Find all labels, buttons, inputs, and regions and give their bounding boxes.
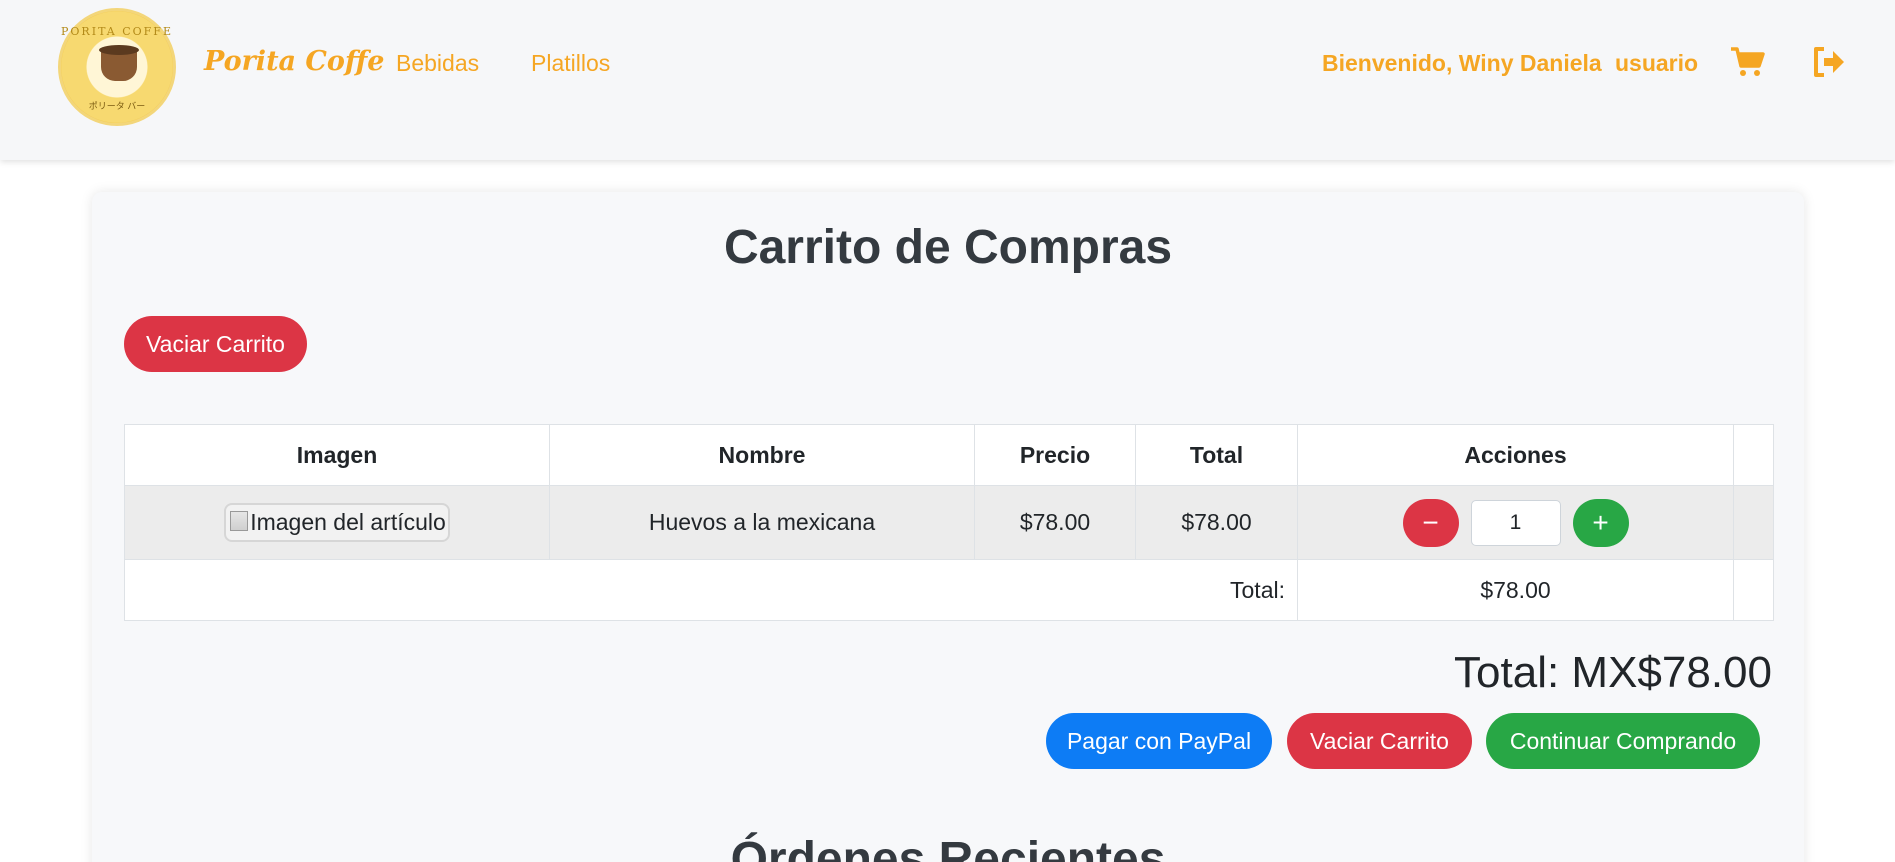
cart-icon[interactable] bbox=[1730, 46, 1766, 83]
header-acciones: Acciones bbox=[1297, 424, 1734, 486]
row-empty-cell bbox=[1733, 485, 1774, 560]
continue-shopping-button[interactable]: Continuar Comprando bbox=[1486, 713, 1760, 769]
item-image-cell: Imagen del artículo bbox=[124, 485, 550, 560]
nav-link-bebidas[interactable]: Bebidas bbox=[396, 50, 479, 77]
grand-total: Total: MX$78.00 bbox=[1454, 648, 1772, 697]
header-total: Total bbox=[1135, 424, 1298, 486]
item-image: Imagen del artículo bbox=[224, 503, 450, 542]
clear-cart-button[interactable]: Vaciar Carrito bbox=[1287, 713, 1472, 769]
header-nombre: Nombre bbox=[549, 424, 975, 486]
total-label: Total: bbox=[124, 559, 1298, 621]
increase-quantity-button[interactable]: + bbox=[1572, 498, 1629, 547]
item-total: $78.00 bbox=[1135, 485, 1298, 560]
brand-name[interactable]: Porita Coffe bbox=[204, 46, 384, 77]
header-empty bbox=[1733, 424, 1774, 486]
table-row: Imagen del artículo Huevos a la mexicana… bbox=[124, 485, 1774, 560]
logo-text-top: PORITA COFFE bbox=[61, 25, 173, 38]
table-total-row: Total: $78.00 bbox=[124, 559, 1774, 621]
cart-table: Imagen Nombre Precio Total Acciones Imag… bbox=[124, 424, 1774, 621]
paypal-button[interactable]: Pagar con PayPal bbox=[1046, 713, 1272, 769]
cart-card: Carrito de Compras Vaciar Carrito Imagen… bbox=[92, 192, 1804, 862]
logout-icon[interactable] bbox=[1812, 46, 1846, 83]
item-actions: −1 + bbox=[1297, 485, 1734, 560]
clear-cart-button-top[interactable]: Vaciar Carrito bbox=[124, 316, 307, 372]
navbar: PORITA COFFE ポリータ バー Porita Coffe Bebida… bbox=[0, 0, 1895, 160]
nav-link-platillos[interactable]: Platillos bbox=[531, 50, 610, 77]
coffee-cup-icon bbox=[99, 45, 139, 81]
brand-logo[interactable]: PORITA COFFE ポリータ バー bbox=[58, 8, 176, 126]
user-link[interactable]: usuario bbox=[1615, 50, 1698, 77]
item-price: $78.00 bbox=[974, 485, 1136, 560]
welcome-text: Bienvenido, Winy Daniela bbox=[1322, 50, 1602, 76]
header-imagen: Imagen bbox=[124, 424, 550, 486]
quantity-input[interactable]: 1 bbox=[1470, 499, 1561, 546]
logo-text-bottom: ポリータ バー bbox=[88, 101, 146, 111]
recent-orders-title: Órdenes Recientes bbox=[730, 833, 1166, 862]
total-value: $78.00 bbox=[1297, 559, 1734, 621]
header-precio: Precio bbox=[974, 424, 1136, 486]
decrease-quantity-button[interactable]: − bbox=[1402, 498, 1459, 547]
cart-title: Carrito de Compras bbox=[723, 221, 1173, 274]
item-name: Huevos a la mexicana bbox=[549, 485, 975, 560]
total-empty-cell bbox=[1733, 559, 1774, 621]
